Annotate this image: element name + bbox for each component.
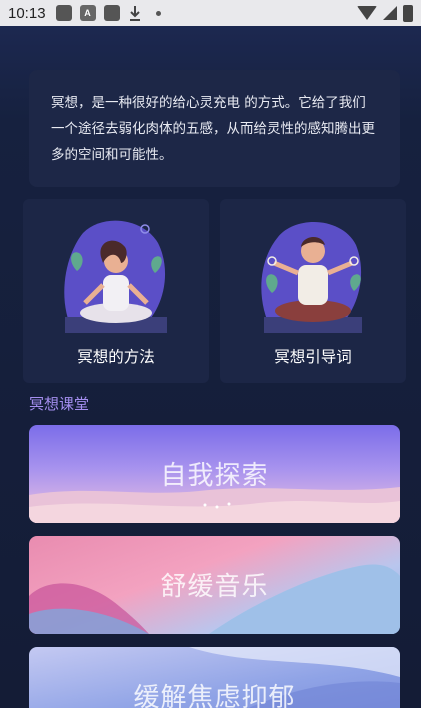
- feature-meditation-guide[interactable]: 冥想引导词: [220, 199, 406, 383]
- notification-icon-2: [103, 5, 120, 21]
- course-relieve-anxiety[interactable]: 缓解焦虑抑郁: [29, 647, 400, 708]
- meditating-man-icon: [261, 222, 362, 333]
- more-dot-icon: [155, 10, 161, 16]
- intro-text: 冥想，是一种很好的给心灵充电 的方式。它给了我们一个途径去弱化肉体的五感，从而给…: [51, 95, 375, 163]
- feature-meditation-method[interactable]: 冥想的方法: [23, 199, 209, 383]
- meditating-woman-icon: [64, 220, 167, 333]
- feature-label: 冥想引导词: [274, 348, 352, 366]
- battery-icon: [403, 4, 413, 22]
- course-title: 舒缓音乐: [160, 572, 269, 602]
- download-icon: [128, 5, 142, 21]
- signal-icon: [383, 6, 397, 20]
- course-soothing-music[interactable]: 舒缓音乐: [29, 536, 400, 634]
- feature-label: 冥想的方法: [77, 348, 155, 366]
- course-title: 缓解焦虑抑郁: [133, 683, 296, 708]
- notification-icon: [55, 5, 72, 21]
- section-title: 冥想课堂: [29, 395, 90, 413]
- wifi-icon: [357, 6, 377, 20]
- intro-card: 冥想，是一种很好的给心灵充电 的方式。它给了我们一个途径去弱化肉体的五感，从而给…: [29, 70, 400, 187]
- course-title: 自我探索: [160, 461, 269, 491]
- course-self-exploration[interactable]: 自我探索: [29, 425, 400, 523]
- status-time: 10:13: [8, 4, 46, 22]
- app-a-icon: A: [79, 5, 96, 21]
- status-bar: 10:13 A: [0, 0, 421, 26]
